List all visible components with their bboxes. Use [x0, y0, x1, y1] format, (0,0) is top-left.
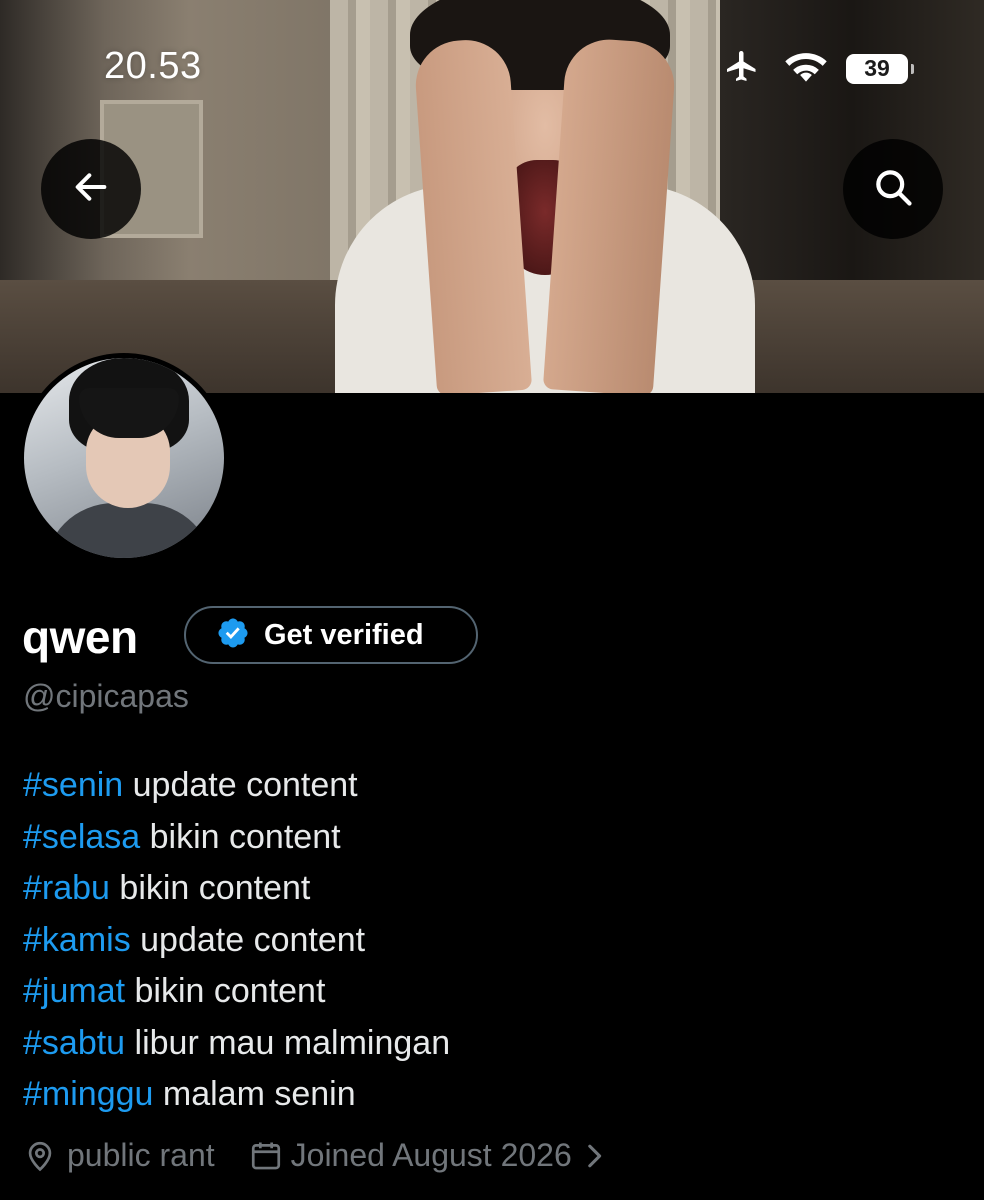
bio-text: malam senin [153, 1075, 356, 1113]
search-icon [871, 165, 915, 214]
hashtag-link[interactable]: #senin [23, 766, 123, 804]
bio-line: #senin update content [23, 760, 450, 812]
bio-line: #rabu bikin content [23, 863, 450, 915]
hashtag-link[interactable]: #sabtu [23, 1024, 125, 1062]
profile-meta: public rant Joined August 2026 [23, 1137, 604, 1174]
location-text: public rant [67, 1137, 215, 1173]
bio-text: update content [123, 766, 358, 804]
profile-name: qwen [22, 611, 138, 663]
airplane-icon [722, 48, 762, 89]
calendar-icon [249, 1139, 283, 1173]
hashtag-link[interactable]: #minggu [23, 1075, 153, 1113]
profile-avatar[interactable] [19, 353, 229, 563]
bio-line: #jumat bikin content [23, 966, 450, 1018]
bio-text: libur mau malmingan [125, 1023, 451, 1062]
hashtag-link[interactable]: #kamis [23, 921, 131, 959]
search-button[interactable] [843, 139, 943, 239]
back-arrow-icon [71, 167, 111, 212]
bio-line: #kamis update content [23, 915, 450, 967]
joined-date-text: Joined August 2026 [290, 1137, 572, 1173]
status-icons: 39 [722, 48, 914, 89]
location-item: public rant [23, 1137, 215, 1174]
status-time: 20.53 [104, 45, 202, 87]
chevron-right-icon [584, 1142, 604, 1170]
joined-item[interactable]: Joined August 2026 [249, 1137, 604, 1174]
location-pin-icon [23, 1138, 57, 1174]
bio-text: bikin content [109, 869, 311, 907]
bio-text: bikin content [125, 972, 326, 1010]
hashtag-link[interactable]: #jumat [23, 972, 125, 1010]
hashtag-link[interactable]: #selasa [23, 818, 140, 856]
bio-text: update content [130, 920, 366, 959]
wifi-icon [784, 49, 828, 88]
get-verified-label: Get verified [264, 618, 424, 651]
bio-line: #minggu malam senin [23, 1069, 450, 1121]
profile-handle: @cipicapas [23, 678, 189, 714]
bio-text: bikin content [140, 817, 341, 856]
profile-bio: #senin update content #selasa bikin cont… [23, 760, 450, 1121]
bio-line: #sabtu libur mau malmingan [23, 1018, 450, 1070]
get-verified-button[interactable]: Get verified [184, 606, 478, 664]
bio-line: #selasa bikin content [23, 812, 450, 864]
hashtag-link[interactable]: #rabu [23, 869, 110, 907]
back-button[interactable] [41, 139, 141, 239]
battery-indicator: 39 [846, 53, 914, 84]
verified-badge-icon [216, 616, 250, 655]
